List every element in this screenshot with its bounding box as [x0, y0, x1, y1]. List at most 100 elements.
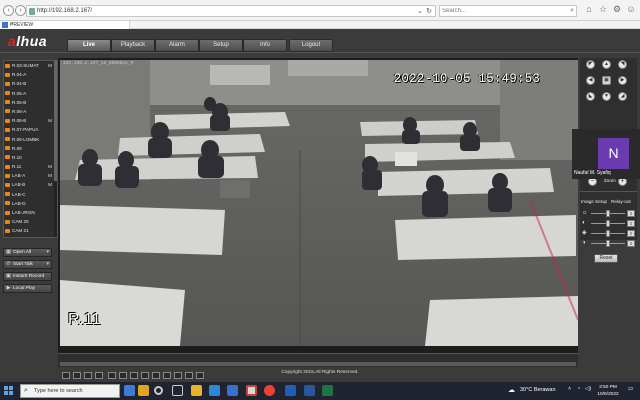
home-icon[interactable]: ⌂ — [583, 4, 595, 14]
taskbar-search-box[interactable]: ⌕ Type here to search — [20, 384, 120, 398]
ptz-up-icon[interactable]: ▲ — [602, 60, 611, 69]
channel-stream-flag[interactable]: M — [48, 180, 52, 189]
camera-video-feed[interactable]: 192.168.2.167_16_800Kbps_M 2022-10-05 15… — [60, 60, 578, 346]
refresh-icon[interactable]: ↻ — [426, 7, 432, 15]
channel-item[interactable]: R.05-A — [4, 89, 57, 98]
browser-search-input[interactable] — [442, 6, 562, 16]
channel-item[interactable]: R.06-A — [4, 107, 57, 116]
channel-item[interactable]: CAM 20 — [4, 217, 57, 226]
edge-icon[interactable] — [209, 385, 220, 396]
ptz-down-icon[interactable]: ▼ — [602, 92, 611, 101]
relay-out-tab[interactable]: Relay-out — [611, 199, 631, 204]
tab-info[interactable]: Info — [243, 39, 287, 52]
tab-logout[interactable]: Logout — [289, 39, 333, 52]
settings-icon[interactable]: ⚙ — [611, 4, 623, 15]
channel-item[interactable]: R.04-B — [4, 79, 57, 88]
channel-item[interactable]: R.05-B — [4, 98, 57, 107]
ptz-down-right-icon[interactable]: ◢ — [618, 92, 627, 101]
chevron-down-icon[interactable]: ▾ — [46, 261, 49, 268]
windows-start-icon[interactable] — [4, 386, 14, 396]
channel-stream-flag[interactable]: M — [48, 162, 52, 171]
ptz-left-icon[interactable]: ◀ — [586, 76, 595, 85]
channel-stream-flag[interactable]: M — [48, 116, 52, 125]
feedback-icon[interactable]: ☺ — [625, 4, 637, 14]
word-icon[interactable] — [304, 385, 315, 396]
image-setup-tab[interactable]: Image Setup — [581, 199, 607, 204]
channel-stream-flag[interactable]: M — [48, 61, 52, 70]
weather-text[interactable]: 30°C Berawan — [520, 387, 556, 393]
notifications-icon[interactable]: ▭ — [628, 386, 633, 392]
file-explorer-icon[interactable] — [191, 385, 202, 396]
reset-button[interactable]: Reset — [594, 254, 618, 263]
channel-item[interactable]: R.10 — [4, 153, 57, 162]
tab-preview[interactable]: PREVIEW × — [0, 21, 130, 29]
video-panel: 192.168.2.167_16_800Kbps_M 2022-10-05 15… — [58, 58, 578, 379]
forward-icon[interactable]: › — [15, 5, 26, 16]
tray-chevron-icon[interactable]: ˄ — [568, 386, 571, 392]
tab-live[interactable]: Live — [67, 39, 111, 52]
horizontal-scrollbar-thumb[interactable] — [60, 362, 576, 366]
ptz-right-icon[interactable]: ▶ — [618, 76, 627, 85]
excel-icon[interactable] — [322, 385, 333, 396]
slider-knob[interactable] — [606, 230, 610, 237]
open-all-button[interactable]: ▦ Open All ▾ — [3, 248, 52, 257]
ptz-up-left-icon[interactable]: ◤ — [586, 60, 595, 69]
ptz-center-icon[interactable]: ▣ — [602, 76, 611, 85]
local-play-button[interactable]: ▶ Local Play — [3, 284, 52, 293]
channel-item[interactable]: CAM 21 — [4, 226, 57, 235]
horizontal-scrollbar[interactable] — [60, 362, 576, 366]
app-tile-icon[interactable] — [138, 385, 149, 396]
start-talk-button[interactable]: ✆ Start Talk ▾ — [3, 260, 52, 269]
channel-name: LAB-JRGN — [12, 210, 35, 215]
task-view-icon[interactable] — [172, 385, 183, 396]
channel-stream-flag[interactable]: M — [48, 171, 52, 180]
back-icon[interactable]: ‹ — [3, 5, 14, 16]
media-icon[interactable] — [246, 385, 257, 396]
instant-record-button[interactable]: ▣ Instant Record — [3, 272, 52, 281]
channel-item[interactable]: R.07-PAPUA — [4, 125, 57, 134]
search-dropdown-icon[interactable]: ⌄ — [417, 7, 423, 15]
browser-search-box[interactable]: ⌕ — [439, 5, 577, 17]
taskbar-clock[interactable]: 3:50 PM 10/5/2022 — [593, 384, 623, 398]
volume-icon[interactable]: ◁) — [585, 386, 591, 392]
chrome-icon[interactable] — [264, 385, 275, 396]
slider-spinner[interactable]: ⇕ — [627, 220, 635, 227]
widgets-icon[interactable] — [124, 385, 135, 396]
channel-item[interactable]: LAB-A M — [4, 171, 57, 180]
close-tab-icon[interactable]: × — [10, 21, 127, 29]
mail-icon[interactable] — [285, 385, 296, 396]
slider-knob[interactable] — [606, 240, 610, 247]
weather-icon[interactable]: ☁ — [508, 386, 515, 394]
camera-icon — [5, 228, 10, 233]
channel-item[interactable]: LAB-JRGN — [4, 208, 57, 217]
favorites-icon[interactable]: ☆ — [597, 4, 609, 15]
address-bar[interactable]: http://192.168.2.167/ ⌄ ↻ — [26, 5, 436, 17]
chevron-down-icon[interactable]: ▾ — [46, 249, 49, 256]
channel-item[interactable]: R.03-SUMAT M — [4, 61, 57, 70]
slider-knob[interactable] — [606, 210, 610, 217]
store-icon[interactable] — [227, 385, 238, 396]
channel-item[interactable]: R.11 M — [4, 162, 57, 171]
camera-icon — [5, 164, 10, 169]
search-icon[interactable]: ⌕ — [570, 7, 574, 15]
tab-playback[interactable]: Playback — [111, 39, 155, 52]
tab-setup[interactable]: Setup — [199, 39, 243, 52]
ptz-down-left-icon[interactable]: ◣ — [586, 92, 595, 101]
channel-item[interactable]: R.08-LOMBK — [4, 135, 57, 144]
slider-spinner[interactable]: ⇕ — [627, 210, 635, 217]
slider-knob[interactable] — [606, 220, 610, 227]
cortana-icon[interactable] — [154, 386, 163, 395]
channel-item[interactable]: R.09 — [4, 144, 57, 153]
tab-alarm[interactable]: Alarm — [155, 39, 199, 52]
network-icon[interactable]: ◔ — [577, 386, 580, 392]
channel-name: R.04-A — [12, 72, 27, 78]
channel-item[interactable]: LAB-B M — [4, 180, 57, 189]
slider-spinner[interactable]: ⇕ — [627, 240, 635, 247]
ptz-up-right-icon[interactable]: ◥ — [618, 60, 627, 69]
channel-item[interactable]: LAB-D — [4, 199, 57, 208]
channel-item[interactable]: R.06-B M — [4, 116, 57, 125]
channel-item[interactable]: R.04-A — [4, 70, 57, 79]
channel-item[interactable]: LAB-C — [4, 190, 57, 199]
camera-icon — [5, 63, 10, 68]
slider-spinner[interactable]: ⇕ — [627, 230, 635, 237]
